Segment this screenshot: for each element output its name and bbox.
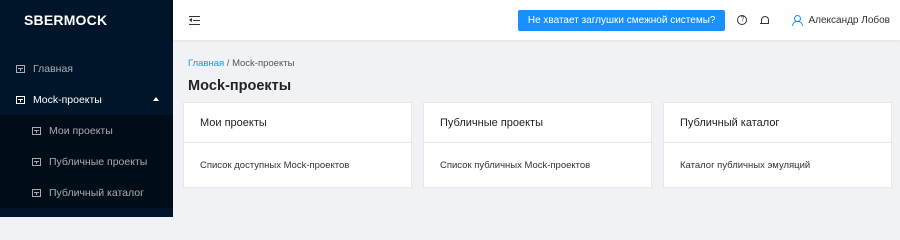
header: Не хватает заглушки смежной системы? ? А… [173,0,900,40]
card-public-catalog[interactable]: Публичный каталог Каталог публичных эмул… [663,102,892,188]
card-title: Публичный каталог [664,103,891,143]
sidebar-item-public-projects[interactable]: Публичные проекты [0,146,173,177]
cards: Мои проекты Список доступных Mock-проект… [183,102,892,188]
question-circle-icon[interactable]: ? [737,15,748,25]
sidebar-item-my-projects[interactable]: Мои проекты [0,115,173,146]
menu-fold-icon[interactable] [189,15,200,25]
page-icon [16,95,25,104]
logo[interactable]: SBERMOCK [0,0,173,40]
card-my-projects[interactable]: Мои проекты Список доступных Mock-проект… [183,102,412,188]
missing-stub-button[interactable]: Не хватает заглушки смежной системы? [517,9,726,31]
page-icon [32,126,41,135]
bell-icon[interactable] [760,15,770,25]
breadcrumb-separator: / [224,58,233,69]
sidebar-item-label: Мои проекты [49,124,113,137]
main: Не хватает заглушки смежной системы? ? А… [173,0,900,217]
page-title: Mock-проекты [188,78,292,94]
sidebar-item-label: Публичный каталог [49,186,144,199]
breadcrumb-current: Mock-проекты [232,58,295,69]
sidebar-menu: Главная Mock-проекты Мои проекты Публичн… [0,40,173,208]
breadcrumb-home-link[interactable]: Главная [188,58,224,69]
user-icon[interactable] [792,15,804,26]
app: SBERMOCK Главная Mock-проекты Мои проект… [0,0,900,217]
page-icon [32,157,41,166]
sidebar: SBERMOCK Главная Mock-проекты Мои проект… [0,0,173,217]
sidebar-item-home[interactable]: Главная [0,53,173,84]
card-description: Список доступных Mock-проектов [200,159,350,171]
card-public-projects[interactable]: Публичные проекты Список публичных Mock-… [423,102,652,188]
card-title: Мои проекты [184,103,411,143]
breadcrumb: Главная / Mock-проекты [188,58,892,69]
chevron-up-icon [153,97,159,101]
content: Главная / Mock-проекты Mock-проекты Мои … [173,40,900,188]
page-icon [32,188,41,197]
page-icon [16,64,25,73]
user-name[interactable]: Александр Лобов [808,15,890,26]
card-description: Список публичных Mock-проектов [440,159,591,171]
sidebar-item-mock-projects[interactable]: Mock-проекты [0,84,173,115]
card-title: Публичные проекты [424,103,651,143]
card-description: Каталог публичных эмуляций [680,159,811,171]
sidebar-item-label: Mock-проекты [33,93,102,106]
sidebar-item-public-catalog[interactable]: Публичный каталог [0,177,173,208]
sidebar-item-label: Главная [33,62,73,75]
sidebar-item-label: Публичные проекты [49,155,148,168]
